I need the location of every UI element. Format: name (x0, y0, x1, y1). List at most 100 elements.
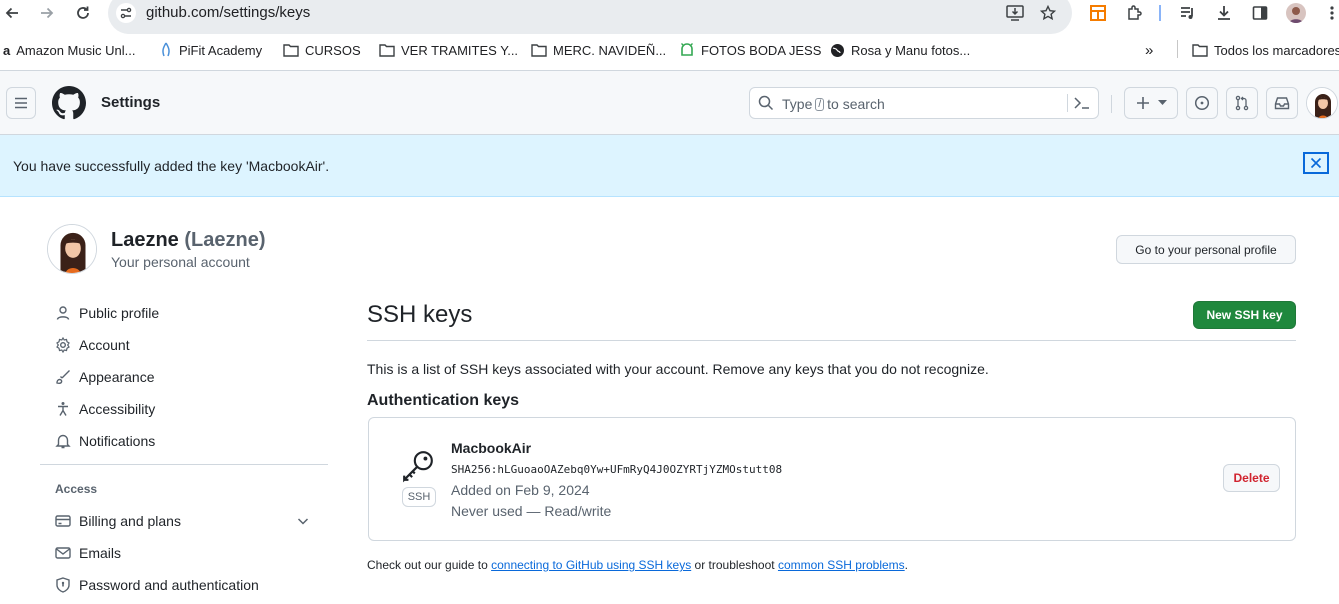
folder-icon (1192, 44, 1208, 57)
hamburger-icon (15, 97, 27, 109)
profile-name[interactable]: Laezne (Laezne) (111, 229, 266, 252)
sidebar-item-accessibility[interactable]: Accessibility (40, 394, 328, 424)
ssh-guide-link[interactable]: connecting to GitHub using SSH keys (491, 558, 691, 572)
flash-close-button[interactable] (1303, 152, 1329, 174)
avatar-girl-icon (48, 225, 96, 273)
ssh-help-note: Check out our guide to connecting to Git… (367, 558, 909, 572)
reload-button[interactable] (73, 3, 93, 23)
media-queue-icon[interactable] (1178, 3, 1198, 23)
hamburger-menu-button[interactable] (6, 87, 36, 119)
inbox-icon (1274, 97, 1290, 110)
gear-icon (55, 337, 71, 353)
issues-button[interactable] (1186, 87, 1218, 119)
back-button[interactable] (2, 3, 22, 23)
new-ssh-key-button[interactable]: New SSH key (1193, 301, 1296, 329)
bookmark-pifit[interactable]: PiFit Academy (159, 40, 262, 60)
sidebar-item-notifications[interactable]: Notifications (40, 426, 328, 456)
amazon-icon: a (3, 42, 11, 58)
bell-icon (55, 433, 71, 449)
key-type-badge: SSH (402, 487, 436, 507)
profile-login: (Laezne) (184, 229, 266, 251)
sidebar-item-account[interactable]: Account (40, 330, 328, 360)
bookmarks-bar: a Amazon Music Unl... PiFit Academy CURS… (0, 38, 1339, 62)
ssh-key-list-item: SSH MacbookAir SHA256:hLGuoaoOAZebq0Yw+U… (368, 417, 1296, 541)
person-icon (55, 305, 71, 321)
bookmark-cursos[interactable]: CURSOS (283, 40, 361, 60)
key-fingerprint: SHA256:hLGuoaoOAZebq0Yw+UFmRyQ4J0OZYRTjY… (451, 463, 783, 476)
puzzle-icon[interactable] (1124, 3, 1144, 23)
paintbrush-icon (55, 369, 71, 385)
sidebar-item-emails[interactable]: Emails (40, 538, 328, 568)
key-title: MacbookAir (451, 440, 532, 456)
issue-opened-icon (1194, 95, 1210, 111)
user-avatar-button[interactable] (1306, 87, 1338, 119)
github-header: Settings Type / to search (0, 71, 1339, 135)
key-icon (401, 449, 435, 483)
plus-icon (1136, 97, 1149, 109)
reload-icon (77, 6, 89, 19)
bookmark-amazon-music[interactable]: a Amazon Music Unl... (3, 40, 135, 60)
flash-notice: You have successfully added the key 'Mac… (0, 135, 1339, 197)
install-app-icon[interactable] (1005, 3, 1025, 23)
mail-icon (55, 545, 71, 561)
android-icon (681, 43, 693, 56)
more-vert-icon[interactable] (1322, 3, 1339, 23)
ssh-troubleshoot-link[interactable]: common SSH problems (778, 558, 905, 572)
side-panel-icon[interactable] (1250, 3, 1270, 23)
bookmarks-overflow-button[interactable]: » (1145, 40, 1153, 60)
bookmark-merc-navideno[interactable]: MERC. NAVIDEÑ... (531, 40, 666, 60)
profile-avatar[interactable] (47, 224, 97, 274)
arrow-left-icon (5, 7, 18, 19)
folder-icon (283, 44, 299, 57)
key-added-date: Added on Feb 9, 2024 (451, 482, 590, 498)
extension-orange-icon[interactable] (1088, 3, 1108, 23)
bookmark-fotos-boda[interactable]: FOTOS BODA JESS (679, 40, 821, 60)
page-title[interactable]: Settings (101, 94, 160, 111)
accessibility-icon (55, 401, 71, 417)
forward-button[interactable] (37, 3, 57, 23)
sidebar-item-password-auth[interactable]: Password and authentication (40, 570, 328, 600)
create-new-button[interactable] (1124, 87, 1178, 119)
key-usage: Never used — Read/write (451, 503, 612, 519)
search-icon (758, 95, 774, 111)
folder-icon (531, 44, 547, 57)
sidebar-divider (40, 464, 328, 465)
auth-keys-heading: Authentication keys (367, 392, 520, 409)
search-input[interactable]: Type / to search (749, 87, 1099, 119)
bookmark-rosa-manu[interactable]: Rosa y Manu fotos... (830, 40, 970, 60)
title-divider (367, 340, 1296, 341)
inbox-button[interactable] (1266, 87, 1298, 119)
search-placeholder: Type / to search (782, 96, 885, 112)
profile-subtitle: Your personal account (111, 254, 250, 270)
delete-key-button[interactable]: Delete (1223, 464, 1280, 492)
pull-requests-button[interactable] (1226, 87, 1258, 119)
bookmarks-divider (1177, 40, 1178, 58)
credit-card-icon (55, 513, 71, 529)
git-pull-request-icon (1235, 95, 1249, 111)
browser-chrome: github.com/settings/keys a Amazon Music … (0, 0, 1339, 71)
arrow-right-icon (41, 7, 54, 19)
avatar-girl-icon (1307, 88, 1337, 118)
sidebar-heading-access: Access (55, 482, 98, 496)
close-icon (1310, 157, 1322, 169)
go-to-profile-button[interactable]: Go to your personal profile (1116, 235, 1296, 264)
address-row: github.com/settings/keys (0, 0, 1339, 34)
github-logo-icon[interactable] (52, 86, 86, 120)
address-bar[interactable]: github.com/settings/keys (108, 0, 1072, 34)
toolbar-divider (1159, 5, 1161, 21)
folder-icon (379, 44, 395, 57)
chevron-down-icon[interactable] (296, 514, 310, 528)
bookmark-ver-tramites[interactable]: VER TRAMITES Y... (379, 40, 518, 60)
command-palette-icon[interactable] (1073, 95, 1091, 111)
star-bookmark-icon[interactable] (1038, 3, 1058, 23)
download-icon[interactable] (1214, 3, 1234, 23)
all-bookmarks-folder[interactable]: Todos los marcadores (1192, 40, 1339, 60)
url-text[interactable]: github.com/settings/keys (146, 4, 310, 21)
sidebar-item-billing[interactable]: Billing and plans (40, 506, 328, 536)
section-title: SSH keys (367, 301, 473, 328)
profile-avatar-icon[interactable] (1286, 3, 1306, 23)
sidebar-item-public-profile[interactable]: Public profile (40, 298, 328, 328)
search-shortcut-key: / (815, 97, 825, 111)
sidebar-item-appearance[interactable]: Appearance (40, 362, 328, 392)
site-info-icon[interactable] (116, 3, 136, 23)
